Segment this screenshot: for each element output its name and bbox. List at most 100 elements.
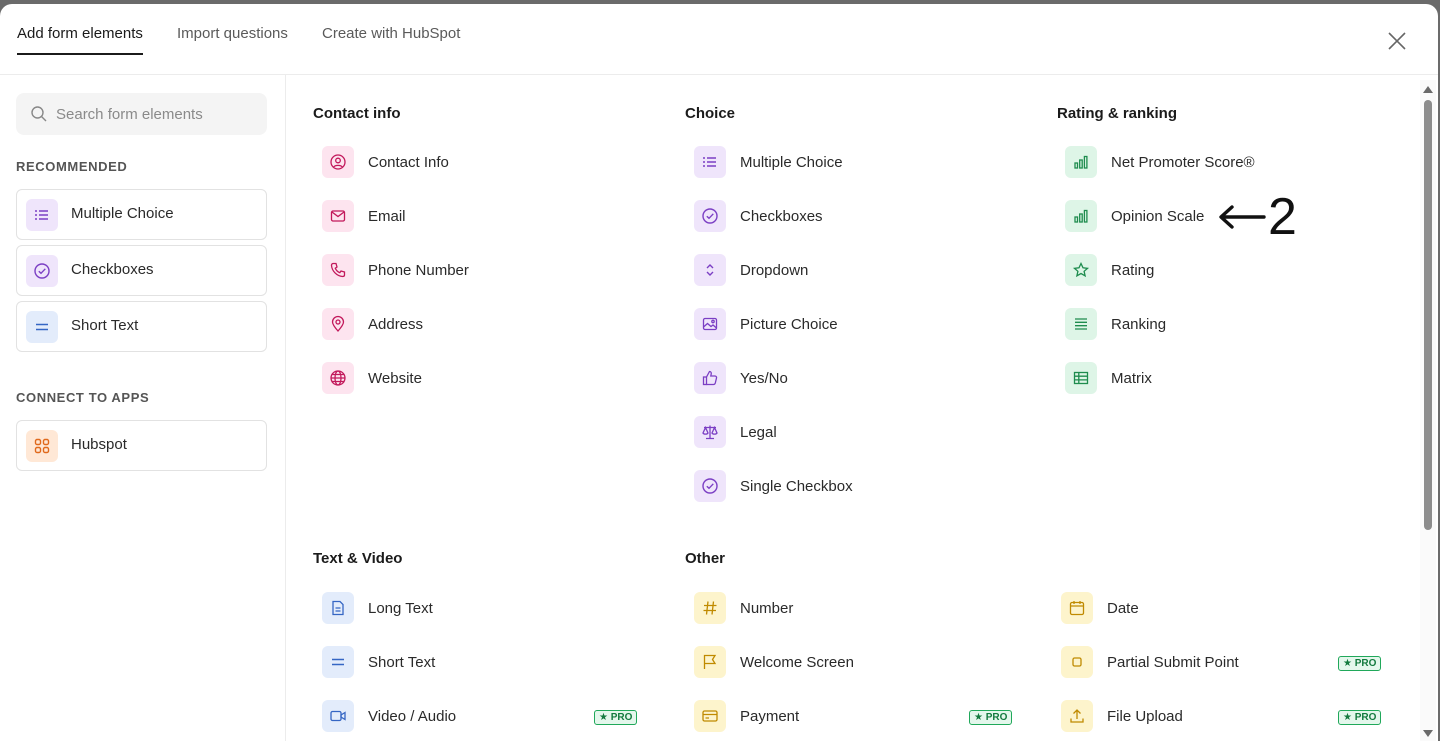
short-text-icon	[26, 311, 58, 343]
element-payment[interactable]: Payment ★ PRO	[694, 700, 1024, 734]
tab-add-form-elements[interactable]: Add form elements	[17, 25, 143, 55]
element-address[interactable]: Address	[322, 308, 652, 342]
element-legal[interactable]: Legal	[694, 416, 1024, 450]
element-label: File Upload	[1107, 708, 1183, 725]
section-title-contact-info: Contact info	[313, 105, 401, 122]
element-opinion-scale[interactable]: Opinion Scale	[1065, 200, 1215, 234]
element-label: Opinion Scale	[1111, 208, 1205, 225]
chevron-updown-icon	[694, 254, 726, 286]
element-checkboxes[interactable]: Checkboxes	[694, 200, 1024, 234]
element-contact-info[interactable]: Contact Info	[322, 146, 652, 180]
annotation-arrow: 2	[1216, 190, 1306, 244]
apps-grid-icon	[26, 430, 58, 462]
element-multiple-choice[interactable]: Multiple Choice	[694, 146, 1024, 180]
element-rating[interactable]: Rating	[1065, 254, 1385, 288]
element-label: Date	[1107, 600, 1139, 617]
recommended-item-label: Multiple Choice	[71, 205, 174, 222]
element-label: Address	[368, 316, 424, 333]
element-yes-no[interactable]: Yes/No	[694, 362, 1024, 396]
element-date[interactable]: Date	[1061, 592, 1391, 626]
element-label: Matrix	[1111, 370, 1152, 387]
element-label: Yes/No	[740, 370, 788, 387]
scale-icon	[694, 416, 726, 448]
search-input[interactable]	[56, 93, 256, 135]
element-label: Rating	[1111, 262, 1155, 279]
search-icon	[31, 106, 47, 122]
pro-badge: ★ PRO	[594, 710, 638, 725]
recommended-item-multiple-choice[interactable]: Multiple Choice	[16, 189, 267, 240]
bar-chart-icon	[1065, 200, 1097, 232]
short-text-icon	[322, 646, 354, 678]
hash-icon	[694, 592, 726, 624]
recommended-item-checkboxes[interactable]: Checkboxes	[16, 245, 267, 296]
tab-bar: Add form elements Import questions Creat…	[0, 4, 1438, 75]
element-short-text[interactable]: Short Text	[322, 646, 652, 680]
document-icon	[322, 592, 354, 624]
check-circle-icon	[694, 200, 726, 232]
check-circle-icon	[26, 255, 58, 287]
element-file-upload[interactable]: File Upload ★ PRO	[1061, 700, 1391, 734]
pro-badge: ★ PRO	[1338, 710, 1382, 725]
sidebar: RECOMMENDED Multiple Choice Checkboxes S…	[0, 75, 286, 741]
scrollbar[interactable]	[1420, 80, 1436, 741]
recommended-item-short-text[interactable]: Short Text	[16, 301, 267, 352]
video-icon	[322, 700, 354, 732]
element-partial-submit-point[interactable]: Partial Submit Point ★ PRO	[1061, 646, 1391, 680]
check-circle-icon	[694, 470, 726, 502]
section-title-other: Other	[685, 550, 726, 567]
element-label: Welcome Screen	[740, 654, 854, 671]
close-icon[interactable]	[1386, 30, 1408, 52]
element-label: Payment	[740, 708, 800, 725]
upload-icon	[1061, 700, 1093, 732]
credit-card-icon	[694, 700, 726, 732]
section-title-text-video: Text & Video	[313, 550, 403, 567]
element-label: Partial Submit Point	[1107, 654, 1239, 671]
connect-apps-heading: CONNECT TO APPS	[16, 390, 150, 405]
app-item-hubspot[interactable]: Hubspot	[16, 420, 267, 471]
app-item-label: Hubspot	[71, 436, 127, 453]
image-icon	[694, 308, 726, 340]
flag-icon	[694, 646, 726, 678]
element-single-checkbox[interactable]: Single Checkbox	[694, 470, 1024, 504]
map-pin-icon	[322, 308, 354, 340]
calendar-icon	[1061, 592, 1093, 624]
scroll-up-arrow[interactable]	[1423, 86, 1433, 93]
element-dropdown[interactable]: Dropdown	[694, 254, 1024, 288]
element-email[interactable]: Email	[322, 200, 652, 234]
element-label: Net Promoter Score®	[1111, 154, 1255, 171]
scrollbar-thumb[interactable]	[1424, 100, 1432, 530]
element-ranking[interactable]: Ranking	[1065, 308, 1385, 342]
annotation-number: 2	[1268, 188, 1297, 246]
element-label: Ranking	[1111, 316, 1167, 333]
scroll-down-arrow[interactable]	[1423, 730, 1433, 737]
user-circle-icon	[322, 146, 354, 178]
recommended-item-label: Short Text	[71, 317, 139, 334]
element-number[interactable]: Number	[694, 592, 1024, 626]
element-label: Number	[740, 600, 794, 617]
search-box[interactable]	[16, 93, 267, 135]
square-icon	[1061, 646, 1093, 678]
pro-badge: ★ PRO	[969, 710, 1013, 725]
element-video-audio[interactable]: Video / Audio ★ PRO	[322, 700, 652, 734]
element-welcome-screen[interactable]: Welcome Screen	[694, 646, 1024, 680]
ranking-icon	[1065, 308, 1097, 340]
element-website[interactable]: Website	[322, 362, 652, 396]
tab-import-questions[interactable]: Import questions	[177, 25, 288, 53]
element-picture-choice[interactable]: Picture Choice	[694, 308, 1024, 342]
phone-icon	[322, 254, 354, 286]
arrow-left-icon	[1219, 205, 1266, 229]
element-label: Single Checkbox	[740, 478, 853, 495]
recommended-item-label: Checkboxes	[71, 261, 154, 278]
add-elements-modal: Add form elements Import questions Creat…	[0, 4, 1438, 741]
element-label: Legal	[740, 424, 777, 441]
element-label: Checkboxes	[740, 208, 823, 225]
element-phone-number[interactable]: Phone Number	[322, 254, 652, 288]
element-net-promoter-score[interactable]: Net Promoter Score®	[1065, 146, 1385, 180]
element-long-text[interactable]: Long Text	[322, 592, 652, 626]
element-matrix[interactable]: Matrix	[1065, 362, 1385, 396]
tab-create-with-hubspot[interactable]: Create with HubSpot	[322, 25, 460, 53]
element-label: Email	[368, 208, 406, 225]
element-label: Website	[368, 370, 422, 387]
element-label: Phone Number	[368, 262, 469, 279]
list-icon	[26, 199, 58, 231]
